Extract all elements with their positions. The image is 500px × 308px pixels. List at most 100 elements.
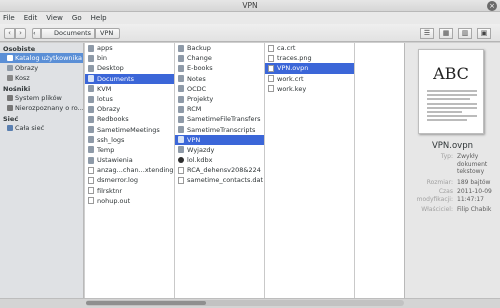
sidebar-item-label: Nierozpoznany o ro... (15, 104, 83, 112)
item-label: work.crt (277, 74, 304, 83)
breadcrumb-label-documents: Documents (54, 29, 92, 37)
folder-icon (178, 44, 184, 52)
scrollbar-thumb[interactable] (86, 301, 206, 305)
breadcrumb-documents[interactable]: Documents (41, 28, 95, 39)
sidebar-item[interactable]: System plików (0, 93, 83, 103)
sidebar-item-label: Katalog użytkownika (15, 54, 82, 62)
list-view-button[interactable]: ☰ (420, 28, 434, 39)
menu-view[interactable]: View (46, 14, 63, 22)
preview-pane: ABC VPN.ovpn Typ: Zwykły dokument teksto… (405, 43, 500, 298)
folder-icon (178, 54, 184, 62)
folder-item[interactable]: Ustawienia (85, 155, 174, 165)
file-item[interactable]: VPN.ovpn (265, 63, 354, 74)
window-title: VPN (242, 1, 258, 10)
sidebar-item[interactable]: Obrazy (0, 63, 83, 73)
item-label: Ustawienia (97, 156, 133, 165)
file-icon (268, 54, 274, 62)
item-label: apps (97, 44, 113, 52)
folder-item[interactable]: bin (85, 53, 174, 63)
file-item[interactable]: lol.kdbx (175, 155, 264, 165)
back-button[interactable]: ‹ (4, 28, 15, 39)
column-view-button[interactable]: ▥ (458, 28, 472, 39)
folder-item[interactable]: VPN (175, 134, 264, 145)
file-item[interactable]: dsmerror.log (85, 175, 174, 185)
folder-icon (88, 75, 94, 83)
folder-icon (7, 65, 13, 71)
folder-item[interactable]: Obrazy (85, 104, 174, 114)
item-label: lol.kdbx (187, 156, 213, 165)
column-vpn: ca.crt traces.png VPN.ovpn work.crt work.key (265, 43, 355, 298)
file-icon (88, 177, 94, 185)
folder-item[interactable]: OCDC (175, 84, 264, 94)
file-item[interactable]: work.crt (265, 74, 354, 84)
file-item[interactable]: filrsktnr (85, 186, 174, 196)
menu-file[interactable]: File (3, 14, 15, 22)
home-icon (7, 55, 13, 61)
file-item[interactable]: traces.png (265, 53, 354, 63)
menu-edit[interactable]: Edit (24, 14, 38, 22)
sidebar-item[interactable]: Cała sieć (0, 123, 83, 133)
menu-go[interactable]: Go (72, 14, 82, 22)
sidebar-item[interactable]: Kosz (0, 73, 83, 83)
folder-item[interactable]: Backup (175, 43, 264, 53)
file-item[interactable]: nohup.out (85, 196, 174, 206)
folder-item[interactable]: Change (175, 53, 264, 63)
folder-item[interactable]: Documents (85, 73, 174, 84)
item-label: traces.png (277, 54, 312, 63)
folder-icon (88, 105, 94, 113)
folder-item[interactable]: SametimeTranscripts (175, 125, 264, 135)
folder-item[interactable]: Wyjazdy (175, 145, 264, 155)
folder-item[interactable]: Temp (85, 145, 174, 155)
file-item[interactable]: anzag...chan...xtending...fs (85, 165, 174, 175)
file-icon (268, 75, 274, 83)
folder-icon (88, 156, 94, 164)
folder-icon (178, 136, 184, 144)
detail-type: Typ: Zwykły dokument tekstowy (440, 153, 488, 175)
sidebar-item[interactable]: Nierozpoznany o ro... (0, 103, 83, 113)
menu-bar: File Edit View Go Help (0, 12, 500, 24)
folder-icon (88, 95, 94, 103)
folder-item[interactable]: ssh_logs (85, 135, 174, 145)
file-item[interactable]: ca.crt (265, 43, 354, 53)
folder-item[interactable]: SametimeMeetings (85, 125, 174, 135)
breadcrumb-arrow-left[interactable]: ‹ (32, 28, 41, 39)
folder-item[interactable]: RCM (175, 104, 264, 114)
folder-item[interactable]: KVM (85, 84, 174, 94)
menu-help[interactable]: Help (91, 14, 107, 22)
column-home: apps bin Desktop Documents KVM lotus Obrazy Red… (85, 43, 175, 298)
drive-icon (7, 95, 13, 101)
folder-icon (88, 115, 94, 123)
folder-item[interactable]: Projekty (175, 94, 264, 104)
breadcrumb-label-vpn: VPN (100, 29, 114, 37)
folder-icon (178, 105, 184, 113)
folder-item[interactable]: lotus (85, 94, 174, 104)
folder-item[interactable]: Notes (175, 74, 264, 84)
folder-item[interactable]: E-books (175, 63, 264, 73)
file-item[interactable]: RCA_dehensv208&224 (175, 165, 264, 175)
file-icon (88, 197, 94, 205)
forward-button[interactable]: › (15, 28, 26, 39)
sidebar-item[interactable]: Katalog użytkownika (0, 53, 83, 63)
item-label: filrsktnr (97, 186, 123, 195)
item-label: OCDC (187, 84, 207, 93)
folder-icon (88, 85, 94, 93)
preview-toggle-button[interactable]: ▣ (477, 28, 491, 39)
file-icon (268, 64, 274, 72)
folder-item[interactable]: apps (85, 43, 174, 53)
item-label: RCM (187, 105, 202, 114)
folder-item[interactable]: Desktop (85, 63, 174, 73)
file-item[interactable]: sametime_contacts.dat (175, 175, 264, 185)
breadcrumb-vpn[interactable]: VPN (95, 28, 120, 39)
folder-icon (178, 115, 184, 123)
item-label: Redbooks (97, 115, 129, 124)
item-label: sametime_contacts.dat (187, 176, 264, 185)
sidebar-item-label: Cała sieć (15, 124, 45, 132)
file-item[interactable]: work.key (265, 84, 354, 94)
folder-item[interactable]: Redbooks (85, 114, 174, 124)
item-label: KVM (97, 84, 112, 93)
icon-view-button[interactable]: ▦ (439, 28, 453, 39)
horizontal-scrollbar[interactable] (86, 300, 404, 306)
close-icon[interactable]: × (487, 1, 497, 11)
folder-item[interactable]: SametimeFileTransfers (175, 114, 264, 124)
drive-icon (7, 105, 13, 111)
